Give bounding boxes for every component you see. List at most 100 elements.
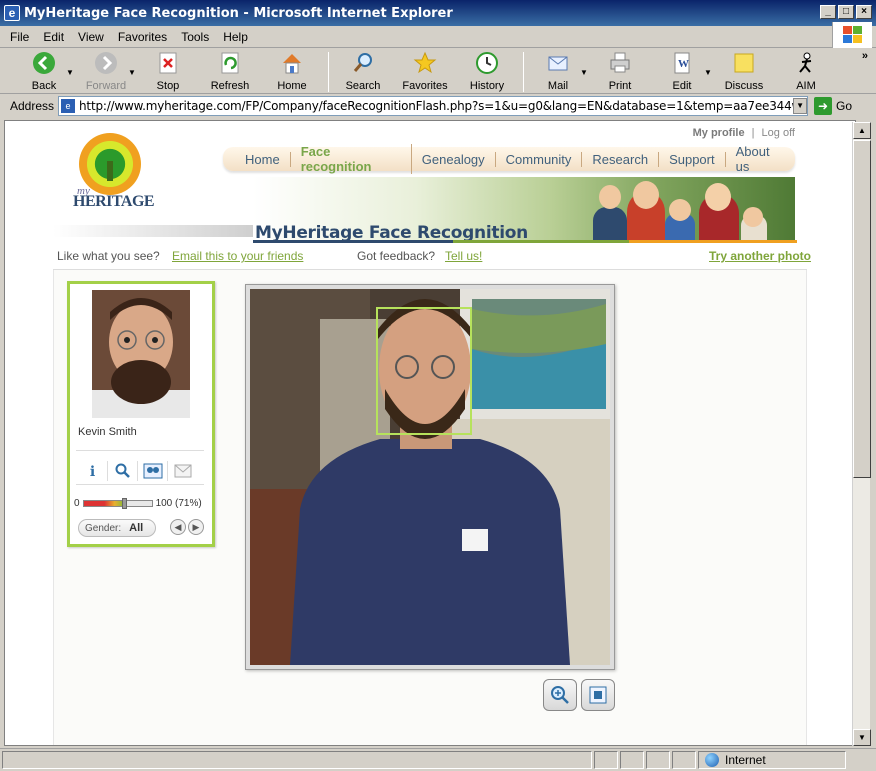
nav-support[interactable]: Support [659,151,726,167]
stop-button[interactable]: Stop [138,50,198,92]
magnifier-icon[interactable] [108,461,138,481]
top-links: My profile | Log off [692,127,795,139]
history-button[interactable]: History [457,50,517,92]
menu-view[interactable]: View [78,30,104,44]
globe-icon [705,753,719,767]
nav-home[interactable]: Home [235,151,291,167]
maximize-button[interactable]: □ [838,5,854,19]
refresh-icon [217,50,243,76]
uploaded-photo-frame [245,284,615,670]
windows-logo-icon [832,22,872,48]
compare-faces-icon[interactable] [138,461,168,481]
search-icon [350,50,376,76]
menu-file[interactable]: File [10,30,29,44]
previous-match-button[interactable]: ◀ [170,519,186,535]
scroll-thumb[interactable] [853,140,871,478]
menu-edit[interactable]: Edit [43,30,64,44]
vertical-scrollbar[interactable]: ▲ ▼ [852,122,871,746]
stop-icon [155,50,181,76]
refresh-button[interactable]: Refresh [200,50,260,92]
forward-button[interactable]: Forward [76,50,136,92]
tell-us-link[interactable]: Tell us! [445,249,482,263]
forward-arrow-icon [93,50,119,76]
go-arrow-icon: ➜ [814,97,833,115]
feedback-row: Like what you see? Email this to your fr… [57,249,811,263]
address-dropdown-icon[interactable]: ▼ [793,98,808,114]
edit-document-icon: W [669,50,695,76]
nav-genealogy[interactable]: Genealogy [412,151,496,167]
search-button[interactable]: Search [333,50,393,92]
page-icon: e [61,99,76,113]
back-arrow-icon [31,50,57,76]
similarity-track[interactable] [82,497,153,509]
ie-icon: e [4,5,20,21]
toolbar-overflow-chevron[interactable]: » [862,50,868,62]
match-name: Kevin Smith [78,426,137,438]
address-label: Address [10,99,55,113]
home-icon [279,50,305,76]
mail-dropdown-icon[interactable]: ▼ [580,68,590,77]
status-message [2,751,592,769]
scroll-down-button[interactable]: ▼ [853,729,871,746]
favorites-button[interactable]: Favorites [395,50,455,92]
next-match-button[interactable]: ▶ [188,519,204,535]
try-another-photo-link[interactable]: Try another photo [709,249,811,263]
svg-text:W: W [678,58,689,70]
edit-dropdown-icon[interactable]: ▼ [704,68,714,77]
mail-button[interactable]: Mail [528,50,588,92]
log-off-link[interactable]: Log off [762,127,795,139]
toolbar: Back ▼ Forward ▼ Stop Refresh Home Searc… [0,48,876,94]
print-button[interactable]: Print [590,50,650,92]
face-detection-box[interactable] [376,307,472,435]
zoom-in-icon [551,686,569,704]
history-icon [474,50,500,76]
aim-running-man-icon [793,50,819,76]
aim-button[interactable]: AIM [776,50,836,92]
close-button[interactable]: × [856,5,872,19]
minimize-button[interactable]: _ [820,5,836,19]
go-button[interactable]: ➜ Go [814,97,852,115]
gender-filter[interactable]: Gender: All [78,519,156,537]
similarity-knob[interactable] [121,497,127,509]
myheritage-logo[interactable]: my HERITAGE [73,133,163,211]
uploaded-photo [250,289,610,665]
discuss-note-icon [731,50,757,76]
nav-community[interactable]: Community [496,151,583,167]
edit-button[interactable]: W Edit [652,50,712,92]
forward-dropdown-icon[interactable]: ▼ [128,68,138,77]
match-result-panel: Kevin Smith ℹ 0 100 (71%) Gender: All ◀ … [67,281,215,547]
menu-tools[interactable]: Tools [181,30,209,44]
home-button[interactable]: Home [262,50,322,92]
menu-favorites[interactable]: Favorites [118,30,167,44]
fit-to-frame-icon [589,686,607,704]
zoom-in-button[interactable] [543,679,577,711]
mail-icon [545,50,571,76]
printer-icon [607,50,633,76]
photo-controls [543,679,615,711]
back-dropdown-icon[interactable]: ▼ [66,68,76,77]
security-zone: Internet [698,751,846,769]
web-page: my HERITAGE My profile | Log off Home Fa… [53,121,811,745]
scroll-up-button[interactable]: ▲ [853,122,871,139]
similarity-slider[interactable]: 0 100 (71%) [74,496,210,510]
matched-celebrity-photo[interactable] [92,290,190,418]
match-actions: ℹ [78,460,208,482]
status-bar: Internet [0,748,876,771]
my-profile-link[interactable]: My profile [693,127,745,139]
fit-photo-button[interactable] [581,679,615,711]
nav-face-recognition[interactable]: Face recognition [291,144,412,174]
email-icon[interactable] [168,461,198,481]
browser-viewport: my HERITAGE My profile | Log off Home Fa… [4,120,856,746]
nav-about-us[interactable]: About us [726,144,795,174]
nav-research[interactable]: Research [582,151,660,167]
info-icon[interactable]: ℹ [78,461,108,481]
email-friends-link[interactable]: Email this to your friends [172,249,303,263]
address-bar: Address e http://www.myheritage.com/FP/C… [0,94,876,118]
address-url[interactable]: http://www.myheritage.com/FP/Company/fac… [79,99,793,113]
window-titlebar: e MyHeritage Face Recognition - Microsof… [0,0,876,26]
address-input[interactable]: e http://www.myheritage.com/FP/Company/f… [58,96,809,116]
menu-help[interactable]: Help [223,30,248,44]
back-button[interactable]: Back [14,50,74,92]
menu-bar: File Edit View Favorites Tools Help [0,26,876,48]
discuss-button[interactable]: Discuss [714,50,774,92]
